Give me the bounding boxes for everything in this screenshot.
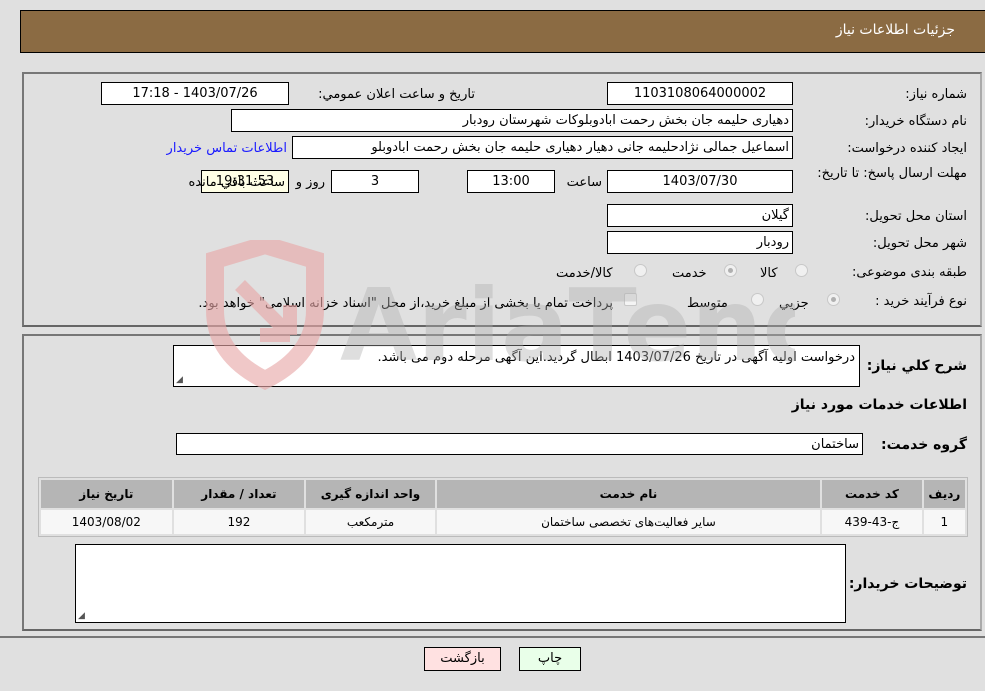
purchase-type-label: نوع فرآیند خرید : xyxy=(875,294,967,309)
category-option-service: خدمت xyxy=(672,266,707,281)
treasury-bonds-note: پرداخت تمام یا بخشی از مبلغ خرید،از محل … xyxy=(198,296,613,311)
print-button[interactable]: چاپ xyxy=(519,647,581,671)
buyer-org-field[interactable]: دهیاری حلیمه جان بخش رحمت ابادوبلوکات شه… xyxy=(231,109,793,132)
summary-label: شرح كلي نیاز: xyxy=(866,358,967,374)
category-label: طبقه بندی موضوعی: xyxy=(851,265,967,280)
purchase-type-radio-medium[interactable] xyxy=(751,293,764,306)
col-header-service-code: کد خدمت xyxy=(822,480,922,508)
buyer-org-label: نام دستگاه خریدار: xyxy=(864,114,967,129)
remaining-time-label: ساعت باقي مانده xyxy=(188,175,285,190)
category-option-goods-service: کالا/خدمت xyxy=(556,266,613,281)
deadline-time-field[interactable]: 13:00 xyxy=(467,170,555,193)
announce-datetime-label: تاریخ و ساعت اعلان عمومي: xyxy=(318,87,475,102)
buyer-contact-link[interactable]: اطلاعات تماس خریدار xyxy=(167,141,287,156)
cell-service-name: سایر فعالیت‌های تخصصی ساختمان xyxy=(436,510,821,534)
table-header-row: ردیف کد خدمت نام خدمت واحد اندازه گیری ت… xyxy=(41,480,965,508)
cell-quantity: 192 xyxy=(173,510,305,534)
announce-datetime-field[interactable]: 1403/07/26 - 17:18 xyxy=(101,82,289,105)
cell-need-date: 1403/08/02 xyxy=(41,510,172,534)
page-header: جزئیات اطلاعات نیاز xyxy=(20,10,985,53)
need-number-field[interactable]: 1103108064000002 xyxy=(607,82,793,105)
category-radio-service[interactable] xyxy=(724,264,737,277)
need-number-label: شماره نیاز: xyxy=(905,87,967,102)
category-radio-goods[interactable] xyxy=(795,264,808,277)
province-field[interactable]: گیلان xyxy=(607,204,793,227)
col-header-need-date: تاریخ نیاز xyxy=(41,480,172,508)
treasury-bonds-checkbox[interactable] xyxy=(624,293,637,306)
col-header-service-name: نام خدمت xyxy=(436,480,821,508)
deadline-time-label: ساعت xyxy=(566,175,602,190)
city-label: شهر محل تحویل: xyxy=(872,236,967,251)
cell-service-code: ج-43-439 xyxy=(822,510,922,534)
buyer-notes-textarea[interactable]: ◢ xyxy=(75,544,846,623)
back-button[interactable]: بازگشت xyxy=(424,647,501,671)
col-header-row-num: ردیف xyxy=(923,480,965,508)
service-group-label: گروه خدمت: xyxy=(881,437,967,453)
province-label: استان محل تحویل: xyxy=(865,209,967,224)
page-title: جزئیات اطلاعات نیاز xyxy=(835,22,955,38)
buyer-notes-label: توضیحات خریدار: xyxy=(848,576,967,592)
cell-row-num: 1 xyxy=(923,510,965,534)
footer-divider xyxy=(0,636,985,638)
resize-grip-icon[interactable]: ◢ xyxy=(176,375,183,385)
purchase-type-option-minor: جزيي xyxy=(779,296,809,311)
col-header-unit: واحد اندازه گیری xyxy=(306,480,435,508)
city-field[interactable]: رودبار xyxy=(607,231,793,254)
days-remaining-field[interactable]: 3 xyxy=(331,170,419,193)
services-table-wrapper: ردیف کد خدمت نام خدمت واحد اندازه گیری ت… xyxy=(38,477,968,537)
summary-textarea[interactable]: درخواست اولیه آگهی در تاریخ 1403/07/26 ا… xyxy=(173,345,860,387)
table-row: 1 ج-43-439 سایر فعالیت‌های تخصصی ساختمان… xyxy=(41,510,965,534)
col-header-quantity: تعداد / مقدار xyxy=(173,480,305,508)
service-group-field[interactable]: ساختمان xyxy=(176,433,863,455)
summary-text: درخواست اولیه آگهی در تاریخ 1403/07/26 ا… xyxy=(377,350,856,365)
deadline-label: مهلت ارسال پاسخ: تا تاریخ: xyxy=(817,166,967,181)
category-radio-goods-service[interactable] xyxy=(634,264,647,277)
purchase-type-option-medium: متوسط xyxy=(687,296,728,311)
days-label: روز و xyxy=(295,175,325,190)
services-table: ردیف کد خدمت نام خدمت واحد اندازه گیری ت… xyxy=(38,477,968,537)
requester-field[interactable]: اسماعیل جمالی نژادحلیمه جانی دهیار دهیار… xyxy=(292,136,793,159)
category-option-goods: کالا xyxy=(760,266,778,281)
deadline-date-field[interactable]: 1403/07/30 xyxy=(607,170,793,193)
purchase-type-radio-minor[interactable] xyxy=(827,293,840,306)
requester-label: ایجاد کننده درخواست: xyxy=(847,141,967,156)
services-section-title: اطلاعات خدمات مورد نیاز xyxy=(791,397,967,413)
resize-grip-icon[interactable]: ◢ xyxy=(78,611,85,621)
cell-unit: مترمکعب xyxy=(306,510,435,534)
